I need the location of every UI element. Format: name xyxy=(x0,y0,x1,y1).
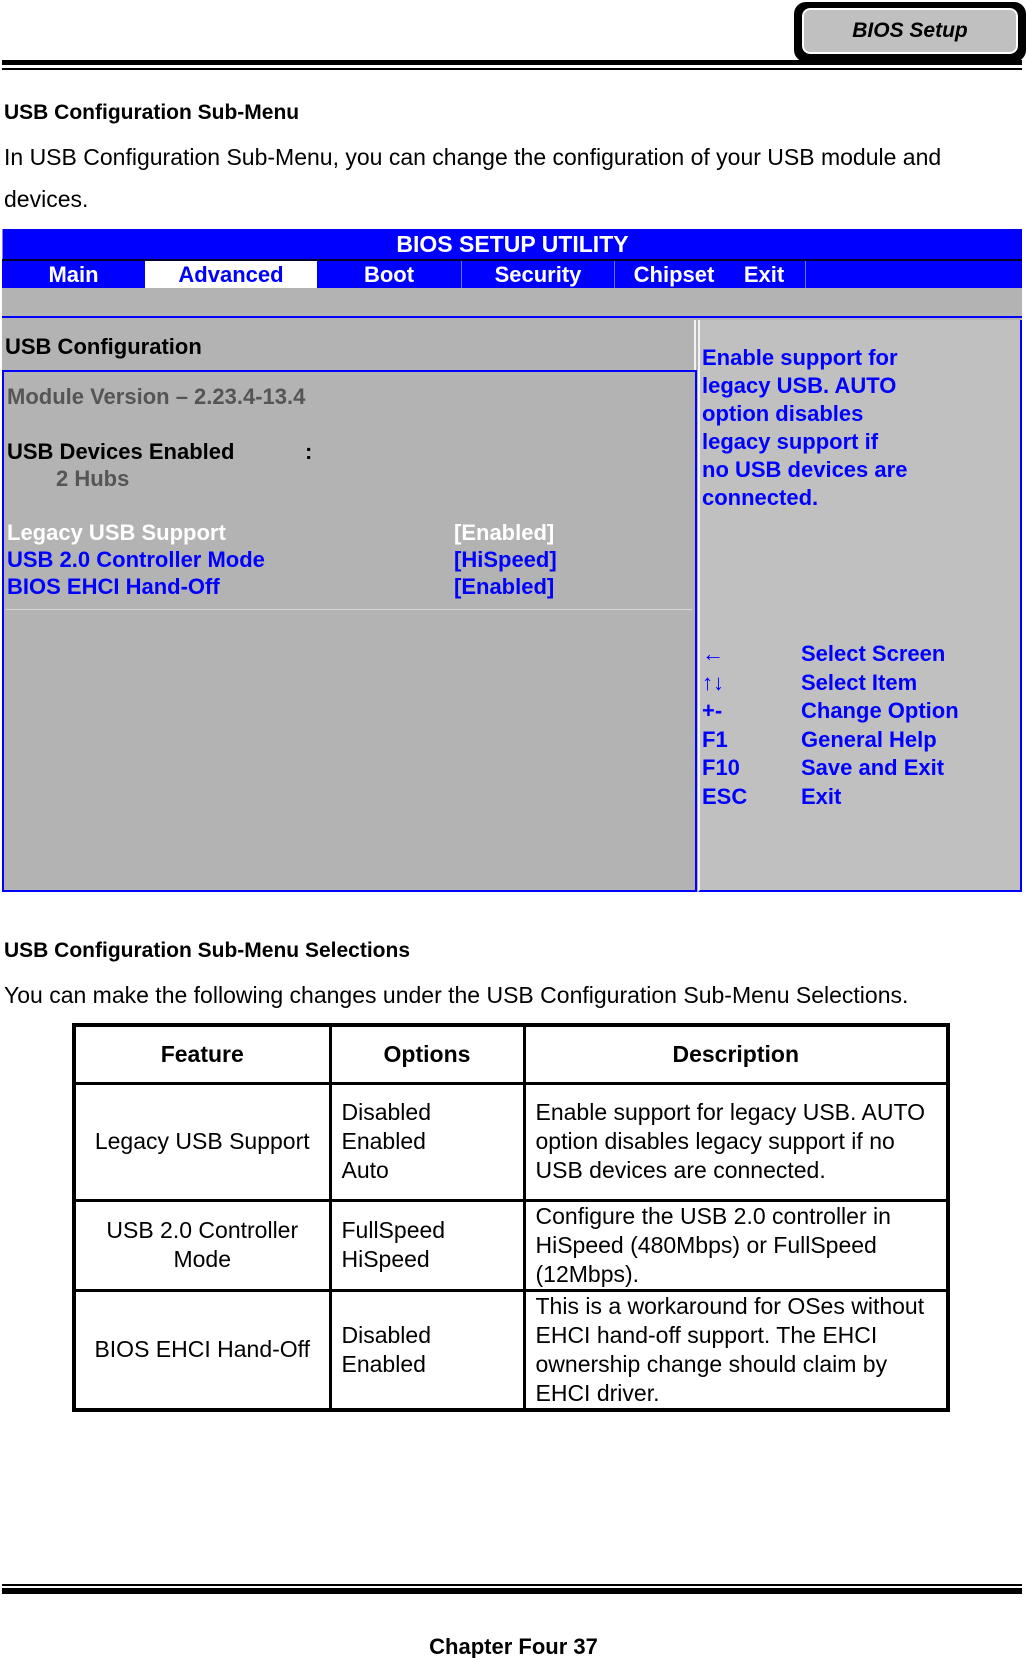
table-row: Legacy USB Support Disabled Enabled Auto… xyxy=(72,1081,950,1202)
help-line: connected. xyxy=(702,485,819,510)
column-header-feature: Feature xyxy=(72,1023,332,1085)
key-row-exit: ESC Exit xyxy=(702,783,1020,812)
key-legend: ← Select Screen ↑↓ Select Item +- Change… xyxy=(702,640,1020,811)
key-action: General Help xyxy=(801,726,937,752)
key-row-select-screen: ← Select Screen xyxy=(702,640,1020,669)
key-action: Select Screen xyxy=(801,641,946,666)
header-rule-thin xyxy=(2,68,1022,70)
help-line: Enable support for xyxy=(702,345,898,370)
help-line: option disables xyxy=(702,401,864,426)
setting-usb-controller-mode[interactable]: USB 2.0 Controller Mode xyxy=(7,547,265,573)
bios-screen: BIOS SETUP UTILITY Main Advanced Boot Se… xyxy=(2,229,1022,892)
key-action: Select Item xyxy=(801,669,918,695)
tab-exit[interactable]: Exit xyxy=(728,261,800,288)
key-label: F1 xyxy=(702,726,728,752)
option-value: Enabled xyxy=(341,1128,426,1154)
key-row-save-exit: F10 Save and Exit xyxy=(702,754,1020,783)
arrow-up-down-icon: ↑↓ xyxy=(702,669,724,695)
settings-panel: Module Version – 2.23.4-13.4 USB Devices… xyxy=(2,370,697,892)
setting-ehci-hand-off[interactable]: BIOS EHCI Hand-Off xyxy=(7,574,220,600)
help-line: legacy support if xyxy=(702,429,879,454)
selections-paragraph: You can make the following changes under… xyxy=(4,982,909,1008)
description-cell: This is a workaround for OSes without EH… xyxy=(522,1288,950,1411)
module-version: Module Version – 2.23.4-13.4 xyxy=(7,384,306,409)
options-cell: Disabled Enabled xyxy=(328,1288,526,1411)
help-line: no USB devices are xyxy=(702,457,908,482)
option-value: Disabled xyxy=(341,1099,432,1125)
feature-cell: USB 2.0 Controller Mode xyxy=(72,1198,332,1292)
page-footer: Chapter Four 37 xyxy=(429,1634,598,1658)
header-badge: BIOS Setup xyxy=(801,7,1019,55)
key-row-general-help: F1 General Help xyxy=(702,726,1020,755)
option-value: Enabled xyxy=(341,1350,426,1377)
option-value: HiSpeed xyxy=(341,1246,430,1272)
tab-boot[interactable]: Boot xyxy=(317,261,461,288)
footer-rule-thin xyxy=(2,1584,1022,1586)
footer-rule xyxy=(2,1588,1022,1594)
usb-devices-value: 2 Hubs xyxy=(56,466,130,491)
arrow-left-icon: ← xyxy=(702,641,724,666)
table-header-row: Feature Options Description xyxy=(72,1023,950,1085)
column-header-options: Options xyxy=(328,1023,526,1085)
options-cell: FullSpeed HiSpeed xyxy=(328,1198,526,1292)
bios-tab-bar: Main Advanced Boot Security Chipset Exit xyxy=(2,259,1022,288)
option-value: Disabled xyxy=(341,1321,432,1348)
setting-usb-controller-mode-value[interactable]: [HiSpeed] xyxy=(454,547,557,573)
options-cell: Disabled Enabled Auto xyxy=(328,1081,526,1202)
help-line: legacy USB. AUTO xyxy=(702,373,897,398)
help-panel: Enable support for legacy USB. AUTO opti… xyxy=(698,320,1022,892)
usb-devices-colon: : xyxy=(305,439,313,464)
key-action: Exit xyxy=(801,783,842,809)
tab-separator xyxy=(614,261,615,288)
feature-cell: Legacy USB Support xyxy=(72,1081,332,1202)
setting-legacy-usb-support[interactable]: Legacy USB Support xyxy=(7,520,226,546)
tab-main[interactable]: Main xyxy=(2,261,145,288)
option-value: FullSpeed xyxy=(341,1217,446,1243)
table-row: BIOS EHCI Hand-Off Disabled Enabled This… xyxy=(72,1288,950,1411)
key-row-change-option: +- Change Option xyxy=(702,697,1020,726)
section-header: USB Configuration xyxy=(2,320,696,372)
setting-ehci-hand-off-value[interactable]: [Enabled] xyxy=(454,574,554,600)
feature-cell: BIOS EHCI Hand-Off xyxy=(72,1288,332,1411)
description-cell: Enable support for legacy USB. AUTO opti… xyxy=(522,1081,950,1202)
setting-legacy-usb-support-value[interactable]: [Enabled] xyxy=(454,520,554,546)
section-heading: USB Configuration Sub-Menu xyxy=(4,101,300,124)
key-row-select-item: ↑↓ Select Item xyxy=(702,669,1020,698)
bios-blank-strip xyxy=(2,288,1022,318)
section-heading: USB Configuration Sub-Menu Selections xyxy=(4,939,411,962)
description-cell: Configure the USB 2.0 controller in HiSp… xyxy=(522,1198,950,1292)
key-label: F10 xyxy=(702,755,740,780)
column-header-description: Description xyxy=(522,1023,950,1085)
section-title: USB Configuration xyxy=(5,334,202,359)
table-row: USB 2.0 Controller Mode FullSpeed HiSpee… xyxy=(72,1198,950,1292)
tab-separator xyxy=(805,261,806,288)
settings-divider xyxy=(6,609,692,610)
tab-advanced[interactable]: Advanced xyxy=(145,261,317,288)
bios-title: BIOS SETUP UTILITY xyxy=(2,229,1022,259)
key-action: Change Option xyxy=(801,698,959,723)
tab-security[interactable]: Security xyxy=(462,261,614,288)
usb-devices-label: USB Devices Enabled xyxy=(7,439,235,464)
feature-table: Feature Options Description Legacy USB S… xyxy=(72,1023,950,1412)
help-text: Enable support for legacy USB. AUTO opti… xyxy=(702,344,1012,512)
option-value: Auto xyxy=(341,1157,389,1183)
key-label: +- xyxy=(702,698,723,723)
key-action: Save and Exit xyxy=(801,755,945,780)
tab-chipset[interactable]: Chipset xyxy=(620,261,728,288)
key-label: ESC xyxy=(702,783,748,809)
intro-paragraph: In USB Configuration Sub-Menu, you can c… xyxy=(4,144,942,212)
